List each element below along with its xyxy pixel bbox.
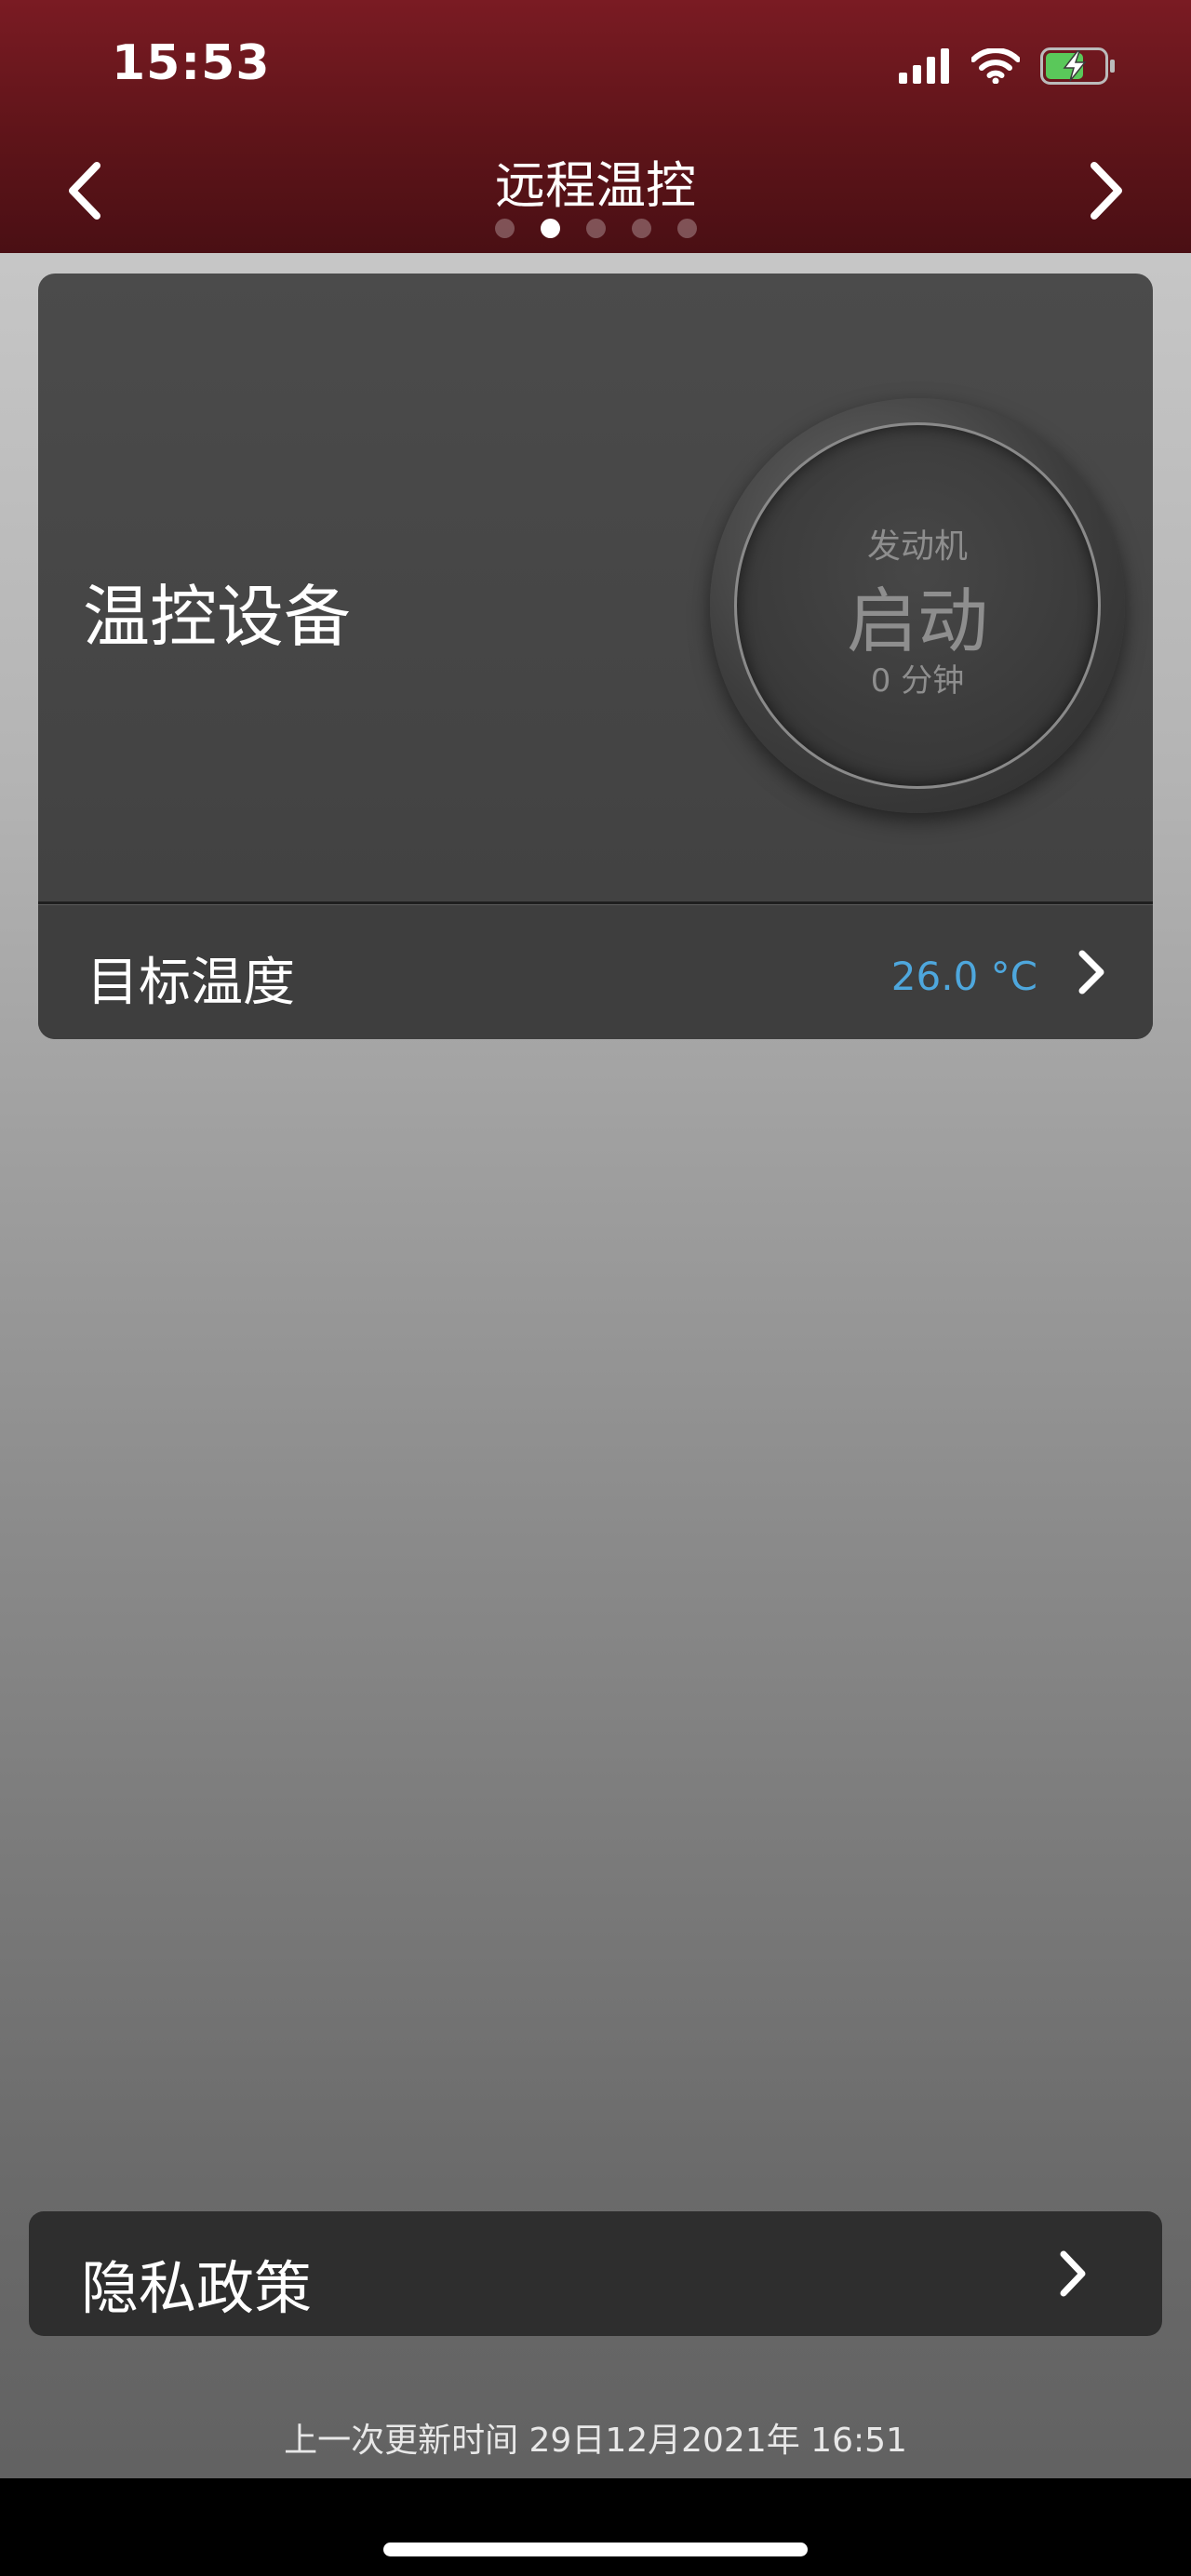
status-icons	[899, 45, 1117, 91]
signal-icon	[899, 48, 951, 87]
engine-label: 发动机	[866, 527, 968, 566]
page-dot-4[interactable]	[631, 219, 651, 238]
engine-minutes: 0 分钟	[870, 662, 965, 700]
chevron-right-icon	[1078, 950, 1104, 994]
app-header: 15:53 远程温控	[0, 0, 1191, 253]
device-title: 温控设备	[83, 578, 352, 656]
home-bar	[0, 2478, 1191, 2576]
forward-button[interactable]	[1070, 153, 1144, 228]
page-title: 远程温控	[495, 156, 696, 215]
status-time: 15:53	[112, 35, 271, 91]
privacy-policy-row[interactable]: 隐私政策	[29, 2211, 1162, 2336]
wifi-icon	[970, 47, 1021, 87]
page-dot-2[interactable]	[540, 219, 560, 238]
page-dot-5[interactable]	[676, 219, 697, 238]
chevron-right-icon	[1060, 2250, 1086, 2297]
engine-start-button[interactable]: 发动机 启动 0 分钟	[710, 398, 1125, 813]
page-dot-1[interactable]	[494, 219, 515, 238]
chevron-right-icon	[1091, 162, 1122, 220]
target-temp-row[interactable]: 目标温度 26.0 °C	[38, 905, 1153, 1039]
page-dot-3[interactable]	[585, 219, 606, 238]
device-card: 温控设备 发动机 启动 0 分钟 目标温度 26.0 °C	[38, 274, 1153, 1039]
device-card-header: 温控设备 发动机 启动 0 分钟	[38, 274, 1153, 901]
privacy-policy-label: 隐私政策	[81, 2254, 313, 2322]
home-indicator[interactable]	[383, 2543, 808, 2556]
last-update-text: 上一次更新时间 29日12月2021年 16:51	[284, 2422, 907, 2460]
engine-state: 启动	[847, 580, 988, 662]
target-temp-value: 26.0 °C	[890, 954, 1037, 999]
battery-charging-icon	[1040, 47, 1117, 88]
page-indicator[interactable]	[0, 219, 1191, 238]
target-temp-label: 目标温度	[87, 953, 295, 1013]
